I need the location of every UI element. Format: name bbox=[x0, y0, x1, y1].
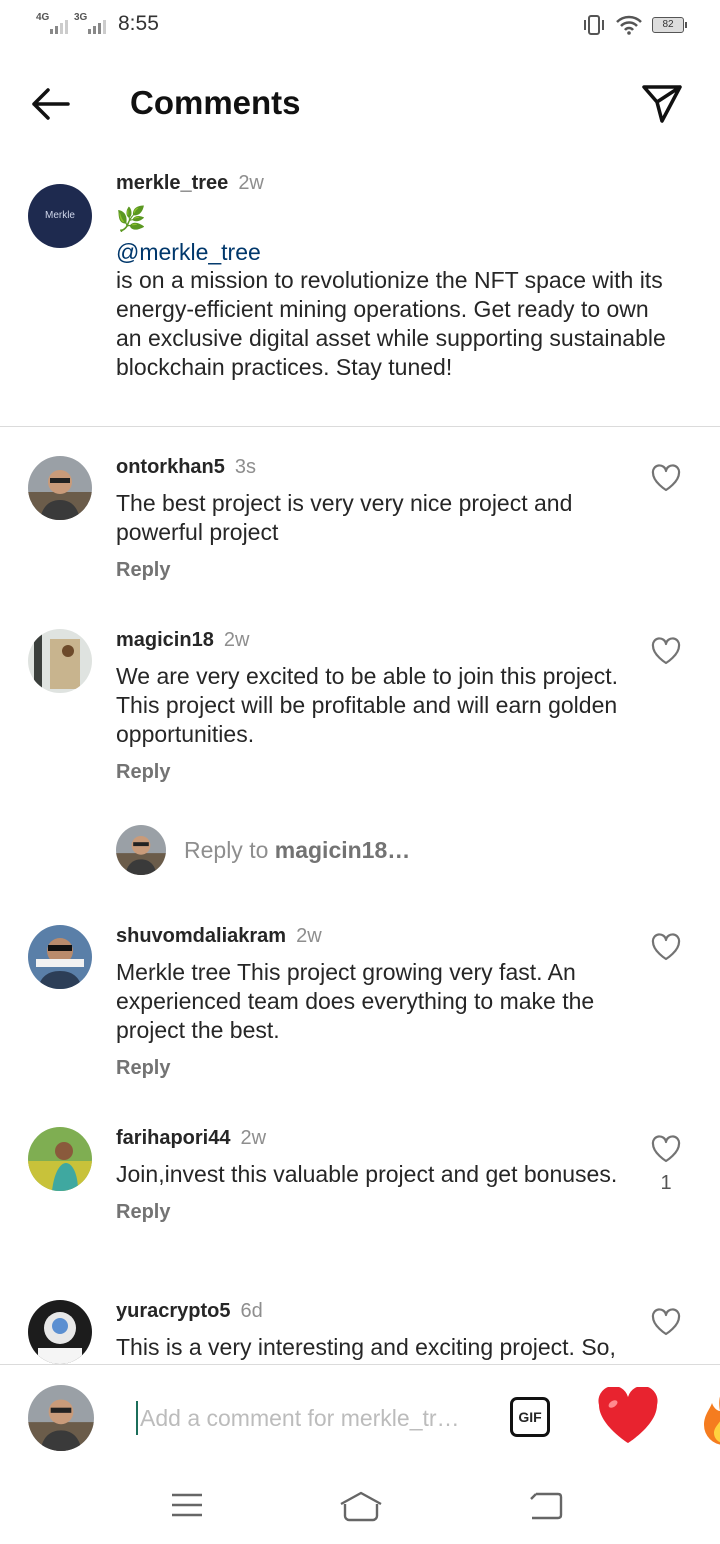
home-icon bbox=[340, 1491, 382, 1522]
comment-username[interactable]: shuvomdaliakram bbox=[116, 925, 286, 947]
paper-plane-icon bbox=[642, 85, 682, 123]
menu-icon bbox=[172, 1493, 202, 1517]
reply-to-text: Reply to magicin18… bbox=[184, 836, 411, 863]
comment-username[interactable]: farihapori44 bbox=[116, 1127, 230, 1149]
avatar[interactable] bbox=[28, 456, 92, 520]
comment-timestamp: 2w bbox=[240, 1127, 267, 1149]
comment-timestamp: 6d bbox=[240, 1300, 263, 1322]
caption-mention-link[interactable]: @merkle_tree bbox=[116, 239, 676, 266]
like-count: 1 bbox=[660, 1172, 672, 1194]
network-type-2: 3G bbox=[74, 12, 88, 23]
network-type-1: 4G bbox=[36, 12, 50, 23]
back-button[interactable] bbox=[28, 84, 72, 124]
caption-timestamp: 2w bbox=[238, 172, 264, 194]
status-right: 82 bbox=[582, 14, 687, 36]
signal-icon: 3G bbox=[74, 12, 106, 34]
status-bar: 4G 3G 8:55 82 bbox=[0, 0, 720, 52]
vibrate-icon bbox=[584, 15, 604, 35]
comment-timestamp: 3s bbox=[234, 456, 257, 478]
comment-timestamp: 2w bbox=[223, 629, 250, 651]
comment-body: shuvomdaliakram 2w Merkle tree This proje… bbox=[116, 925, 626, 1080]
comment-timestamp: 2w bbox=[296, 925, 322, 947]
back-nav-button[interactable] bbox=[528, 1490, 564, 1527]
comment-username[interactable]: yuracrypto5 bbox=[116, 1300, 231, 1322]
reply-to-prompt[interactable]: Reply to magicin18… bbox=[116, 824, 410, 876]
comment-text: The best project is very very nice proje… bbox=[116, 490, 573, 545]
fire-icon bbox=[704, 1396, 720, 1445]
like-button[interactable] bbox=[650, 1308, 682, 1341]
reply-button[interactable]: Reply bbox=[116, 761, 170, 784]
comment-body: magicin18 2w We are very excited to be ab… bbox=[116, 629, 626, 784]
comment-text: We are very excited to be able to join t… bbox=[116, 663, 619, 747]
gif-button[interactable]: GIF bbox=[510, 1397, 550, 1437]
page-title: Comments bbox=[130, 84, 301, 121]
wifi-icon bbox=[616, 15, 642, 35]
heart-outline-icon bbox=[651, 637, 681, 665]
reply-button[interactable]: Reply bbox=[116, 1057, 170, 1080]
comment-input[interactable] bbox=[136, 1401, 476, 1435]
battery-icon: 82 bbox=[652, 17, 687, 33]
avatar[interactable] bbox=[28, 629, 92, 693]
header: Comments bbox=[0, 68, 720, 140]
reply-to-username: magicin18… bbox=[274, 836, 411, 863]
caption-header: merkle_tree 2w bbox=[116, 172, 676, 195]
like-button[interactable] bbox=[650, 637, 682, 670]
comment-composer: GIF bbox=[0, 1364, 720, 1472]
fire-emoji-button[interactable] bbox=[694, 1385, 720, 1449]
avatar[interactable]: Merkle bbox=[28, 184, 92, 248]
status-left: 4G 3G 8:55 bbox=[36, 12, 159, 36]
avatar bbox=[28, 1385, 94, 1451]
caption-body: merkle_tree 2w 🌿 @merkle_tree is on a mis… bbox=[116, 172, 676, 382]
heart-emoji-button[interactable] bbox=[596, 1385, 660, 1447]
home-nav-button[interactable] bbox=[338, 1490, 384, 1527]
like-button[interactable] bbox=[650, 933, 682, 966]
heart-outline-icon bbox=[651, 933, 681, 961]
system-nav-bar bbox=[0, 1472, 720, 1544]
comment-username[interactable]: magicin18 bbox=[116, 629, 214, 651]
reply-button[interactable]: Reply bbox=[116, 1201, 170, 1224]
avatar bbox=[116, 825, 166, 875]
like-button[interactable]: 1 bbox=[650, 1135, 682, 1195]
comment-text: Join,invest this valuable project and ge… bbox=[116, 1161, 618, 1187]
heart-outline-icon bbox=[651, 1308, 681, 1336]
signal-icon: 4G bbox=[36, 12, 68, 34]
back-icon bbox=[530, 1492, 563, 1520]
avatar[interactable] bbox=[28, 925, 92, 989]
reply-button[interactable]: Reply bbox=[116, 559, 170, 582]
leaf-emoji: 🌿 bbox=[116, 206, 146, 233]
comment-body: ontorkhan5 3s The best project is very ve… bbox=[116, 456, 626, 582]
share-button[interactable] bbox=[640, 82, 684, 126]
comment-username[interactable]: ontorkhan5 bbox=[116, 456, 225, 478]
avatar[interactable] bbox=[28, 1300, 92, 1364]
caption-text: is on a mission to revolutionize the NFT… bbox=[116, 267, 666, 380]
like-button[interactable] bbox=[650, 464, 682, 497]
clock: 8:55 bbox=[118, 12, 159, 35]
caption-username[interactable]: merkle_tree bbox=[116, 172, 228, 194]
red-heart-icon bbox=[598, 1385, 658, 1443]
comment-text: Merkle tree This project growing very fa… bbox=[116, 959, 595, 1043]
comment-body: farihapori44 2w Join,invest this valuable… bbox=[116, 1127, 626, 1224]
menu-nav-button[interactable] bbox=[170, 1490, 204, 1525]
avatar[interactable] bbox=[28, 1127, 92, 1191]
avatar-logo-text: Merkle bbox=[44, 210, 75, 221]
divider bbox=[0, 426, 720, 427]
heart-outline-icon bbox=[651, 1135, 681, 1163]
heart-outline-icon bbox=[651, 464, 681, 492]
arrow-left-icon bbox=[32, 88, 70, 120]
